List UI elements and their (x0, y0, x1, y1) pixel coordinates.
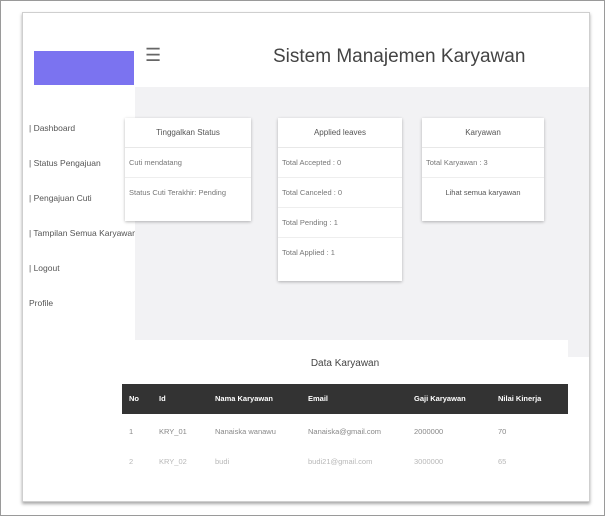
cell-id: KRY_02 (159, 457, 187, 466)
table-row[interactable]: 1 KRY_01 Nanaiska wanawu Nanaiska@gmail.… (122, 418, 568, 446)
menu-icon[interactable]: ☰ (145, 46, 161, 64)
total-applied: Total Applied : 1 (282, 248, 335, 257)
cell-id: KRY_01 (159, 427, 187, 436)
cell-no: 2 (129, 457, 134, 466)
karyawan-card: Karyawan Total Karyawan : 3 Lihat semua … (422, 118, 544, 221)
table-row[interactable]: 2 KRY_02 budi budi21@gmail.com 3000000 6… (122, 448, 568, 476)
sidebar-item-logout[interactable]: | Logout (29, 263, 139, 276)
cell-gaji: 3000000 (414, 457, 444, 466)
sidebar-item-profile[interactable]: Profile (29, 298, 139, 311)
column-header-id[interactable]: Id (159, 384, 166, 414)
column-header-no[interactable]: No (129, 384, 139, 414)
column-header-gaji[interactable]: Gaji Karyawan (414, 384, 466, 414)
sidebar-item-status-pengajuan[interactable]: | Status Pengajuan (29, 158, 139, 171)
column-header-nilai[interactable]: Nilai Kinerja (498, 384, 541, 414)
sidebar-item-pengajuan-cuti[interactable]: | Pengajuan Cuti (29, 193, 139, 206)
page-title: Sistem Manajemen Karyawan (273, 46, 526, 67)
cell-nilai: 70 (498, 427, 507, 436)
cell-email: Nanaiska@gmail.com (308, 427, 382, 436)
logo (34, 51, 134, 85)
table-title: Data Karyawan (310, 358, 380, 369)
status-card-title: Tinggalkan Status (125, 118, 251, 148)
cell-nama: Nanaiska wanawu (215, 427, 276, 436)
status-card-upcoming: Cuti mendatang (125, 148, 251, 178)
cell-gaji: 2000000 (414, 427, 444, 436)
sidebar: | Dashboard | Status Pengajuan | Pengaju… (29, 123, 139, 333)
data-karyawan-table: Data Karyawan No Id Nama Karyawan Email … (122, 340, 568, 500)
sidebar-item-semua-karyawan[interactable]: | Tampilan Semua Karyawan (29, 228, 139, 241)
applied-leaves-title: Applied leaves (278, 118, 402, 148)
status-card: Tinggalkan Status Cuti mendatang Status … (125, 118, 251, 221)
cell-no: 1 (129, 427, 134, 436)
karyawan-card-title: Karyawan (422, 118, 544, 148)
total-karyawan: Total Karyawan : 3 (422, 148, 544, 178)
cell-email: budi21@gmail.com (308, 457, 373, 466)
total-accepted: Total Accepted : 0 (278, 148, 402, 178)
sidebar-item-dashboard[interactable]: | Dashboard (29, 123, 139, 136)
applied-leaves-card: Applied leaves Total Accepted : 0 Total … (278, 118, 402, 281)
table-header: No Id Nama Karyawan Email Gaji Karyawan … (122, 384, 568, 414)
view-all-karyawan-link[interactable]: Lihat semua karyawan (422, 178, 544, 208)
cell-nama: budi (215, 457, 230, 466)
column-header-email[interactable]: Email (308, 384, 328, 414)
total-pending: Total Pending : 1 (278, 208, 402, 238)
total-canceled: Total Canceled : 0 (278, 178, 402, 208)
cell-nilai: 65 (498, 457, 507, 466)
status-card-last-status: Status Cuti Terakhir: Pending (129, 188, 226, 197)
column-header-nama[interactable]: Nama Karyawan (215, 384, 273, 414)
